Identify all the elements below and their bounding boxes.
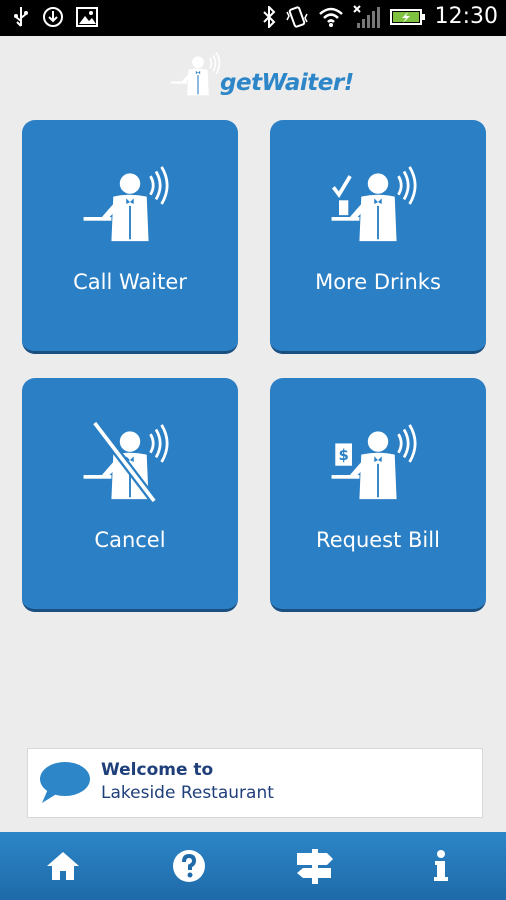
download-icon (42, 6, 64, 28)
request-bill-button[interactable]: $ Request Bill (270, 378, 486, 612)
clock-time: 12:30 (434, 4, 498, 29)
status-bar: 12:30 (0, 0, 506, 36)
request-bill-label: Request Bill (316, 528, 440, 552)
image-icon (76, 7, 98, 27)
nav-home-button[interactable] (0, 832, 126, 900)
usb-icon (12, 6, 30, 28)
battery-icon (389, 7, 426, 27)
cancel-label: Cancel (94, 528, 166, 552)
signpost-icon (297, 849, 333, 884)
more-drinks-button[interactable]: More Drinks (270, 120, 486, 354)
app-logo: getWaiter! (168, 50, 354, 100)
nav-info-button[interactable] (378, 832, 504, 900)
bluetooth-icon (262, 5, 276, 28)
info-icon (434, 850, 448, 881)
vibrate-icon (285, 5, 309, 28)
cancel-button[interactable]: Cancel (22, 378, 238, 612)
more-drinks-label: More Drinks (315, 270, 441, 294)
bottom-nav (0, 832, 506, 900)
drink-waiter-icon (330, 165, 417, 243)
cancel-waiter-icon (82, 420, 169, 504)
restaurant-name: Lakeside Restaurant (101, 783, 274, 803)
speech-bubble-icon (40, 762, 90, 803)
call-waiter-label: Call Waiter (73, 270, 187, 294)
nav-directions-button[interactable] (252, 832, 378, 900)
home-icon (47, 852, 79, 880)
welcome-title: Welcome to (101, 760, 214, 780)
svg-text:$: $ (338, 446, 348, 464)
welcome-banner: Welcome to Lakeside Restaurant (27, 748, 483, 818)
logo-text: getWaiter! (220, 70, 354, 96)
waiter-icon (82, 165, 169, 243)
help-icon (173, 850, 205, 882)
call-waiter-button[interactable]: Call Waiter (22, 120, 238, 354)
nav-help-button[interactable] (126, 832, 252, 900)
wifi-icon (318, 6, 344, 28)
logo-waiter-icon (170, 51, 221, 97)
signal-icon (352, 4, 381, 29)
bill-waiter-icon: $ (330, 423, 417, 501)
